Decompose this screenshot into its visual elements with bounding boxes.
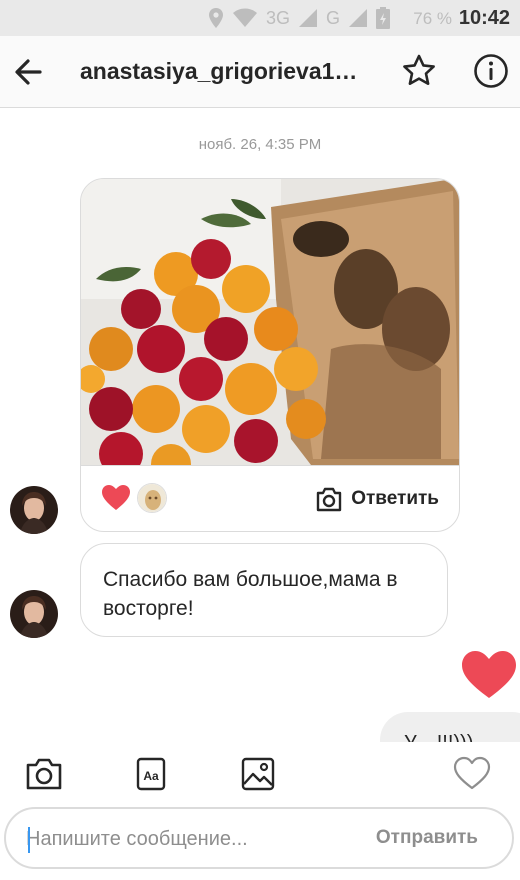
incoming-message-bubble[interactable]: Спасибо вам большое,мама в восторге! (80, 543, 448, 637)
network-g-label: G (325, 7, 340, 28)
text-cursor (28, 827, 30, 853)
heart-icon[interactable] (101, 484, 131, 512)
location-icon (208, 8, 223, 28)
reactor-avatar (137, 483, 167, 513)
heart-message-icon[interactable] (460, 650, 518, 700)
battery-icon (376, 7, 390, 29)
info-icon[interactable] (472, 52, 510, 90)
post-photo[interactable] (81, 179, 460, 465)
composer-toolbar: Aa (0, 742, 520, 804)
camera-icon[interactable] (24, 754, 64, 794)
post-actions-bar: Ответить (81, 465, 459, 531)
shared-post[interactable]: Ответить (80, 178, 460, 532)
chat-title[interactable]: anastasiya_grigorieva1… (80, 58, 380, 85)
star-icon[interactable] (400, 52, 438, 90)
signal-icon (349, 9, 367, 27)
signal-icon (298, 9, 317, 27)
message-composer: Отправить (4, 807, 514, 869)
battery-percent: 76 % (413, 9, 452, 28)
text-format-icon[interactable]: Aa (131, 754, 171, 794)
message-timestamp: нояб. 26, 4:35 PM (198, 136, 322, 153)
reply-button[interactable]: Ответить (315, 484, 439, 514)
svg-text:Aa: Aa (143, 769, 159, 783)
reply-label: Ответить (351, 488, 439, 509)
message-input[interactable] (26, 825, 356, 853)
clock: 10:42 (458, 7, 510, 29)
heart-outline-icon[interactable] (452, 754, 492, 794)
camera-icon (316, 487, 342, 512)
send-button[interactable]: Отправить (376, 827, 478, 849)
avatar[interactable] (10, 590, 58, 638)
chat-header: anastasiya_grigorieva1… (0, 36, 520, 108)
status-bar: 3G G 76 % 10:42 (0, 0, 520, 36)
status-icons: 3G G (208, 7, 390, 29)
wifi-icon (232, 8, 257, 27)
back-arrow-icon[interactable] (10, 54, 46, 90)
network-3g-label: 3G (265, 7, 290, 28)
gallery-icon[interactable] (238, 754, 278, 794)
avatar[interactable] (10, 486, 58, 534)
